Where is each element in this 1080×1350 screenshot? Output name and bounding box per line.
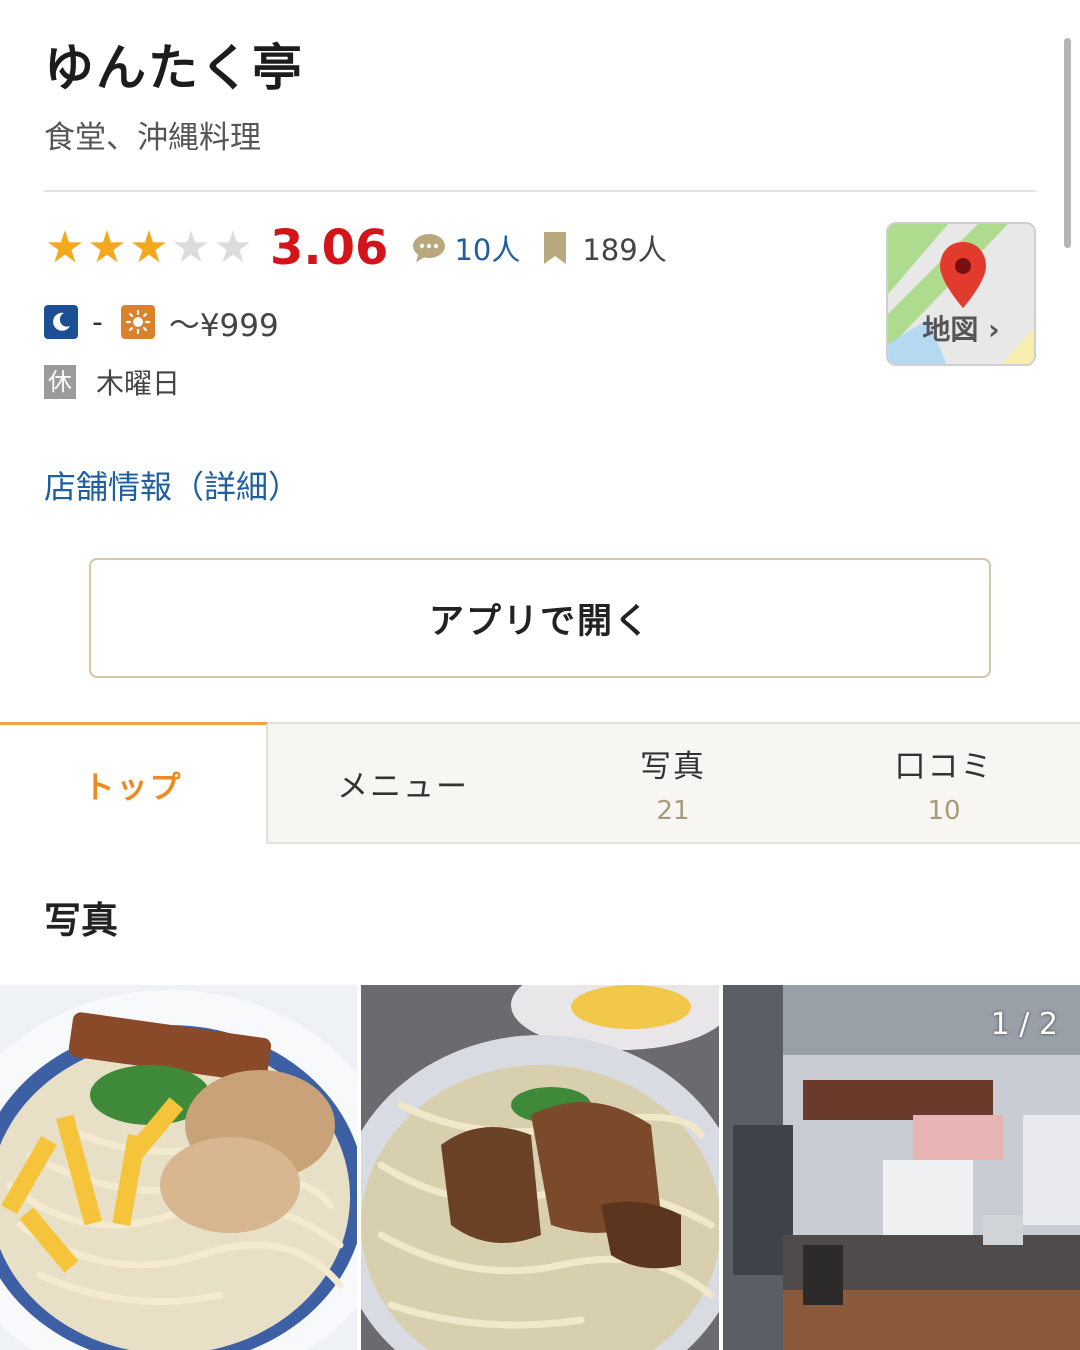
tab-label: トップ [83, 770, 183, 806]
sun-icon [120, 305, 155, 339]
holiday-row: 休 木曜日 [44, 364, 180, 400]
tab-label: 写真 [640, 748, 706, 785]
price-row: - ～¥999 [44, 302, 279, 344]
tab-photos[interactable]: 写真 21 [538, 722, 808, 844]
holiday-badge: 休 [44, 365, 76, 399]
holiday-text: 木曜日 [96, 367, 181, 400]
photo-counter: 1 / 2 [990, 1007, 1058, 1042]
save-count: 189人 [582, 233, 667, 267]
tab-bar: トップ メニュー 写真 21 口コミ 10 [0, 722, 1080, 844]
comment-icon [413, 234, 446, 262]
photo-soba-2[interactable] [361, 985, 719, 1350]
lunch-price: ～¥999 [168, 307, 279, 344]
star-icon: ★★ [213, 222, 253, 273]
star-icon: ★★ [45, 222, 85, 273]
map-label: 地図 › [922, 313, 1000, 346]
tab-count: 21 [656, 795, 690, 826]
open-in-app-button[interactable]: アプリで開く [89, 558, 991, 678]
photos-section-title: 写真 [44, 899, 118, 942]
moon-icon [44, 305, 78, 339]
photo-carousel[interactable]: 1 / 2 [0, 985, 1080, 1350]
rating-score: 3.06 [270, 220, 389, 276]
shop-genre: 食堂、沖縄料理 [44, 120, 261, 156]
tab-label: 口コミ [894, 748, 994, 785]
tab-menu[interactable]: メニュー [268, 722, 538, 844]
photo-soba-1[interactable] [0, 985, 358, 1350]
photo-interior[interactable]: 1 / 2 [722, 985, 1080, 1350]
scrollbar[interactable] [1064, 38, 1071, 248]
shop-name: ゆんたく亭 [44, 39, 304, 97]
star-icon: ★★ [171, 222, 211, 273]
tab-reviews[interactable]: 口コミ 10 [808, 722, 1080, 844]
review-count-link[interactable]: 10人 [454, 227, 520, 269]
rating-stars: ★★ ★★ ★★ ★★ ★★ [44, 222, 254, 273]
tab-top[interactable]: トップ [0, 722, 268, 844]
map-button[interactable]: 地図 › [886, 222, 1036, 366]
tab-count: 10 [927, 795, 961, 826]
dinner-price: - [92, 304, 103, 340]
star-icon: ★★ [87, 222, 127, 273]
shop-detail-link[interactable]: 店舗情報（詳細） [44, 462, 300, 508]
bookmark-icon [544, 232, 567, 264]
star-icon: ★★ [129, 222, 169, 273]
rating-row: ★★ ★★ ★★ ★★ ★★ 3.06 10人 189人 [44, 218, 667, 278]
tab-label: メニュー [337, 768, 469, 805]
divider [44, 190, 1036, 192]
